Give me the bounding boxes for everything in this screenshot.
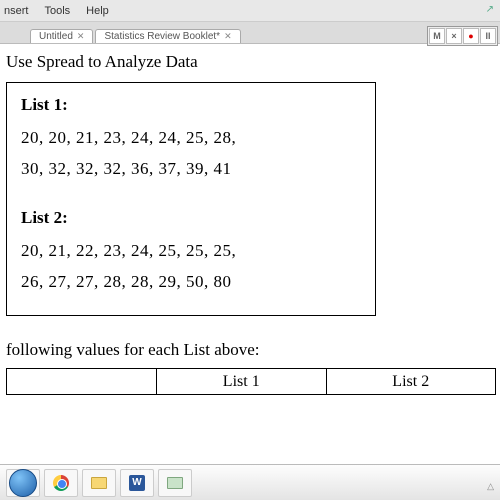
- data-box: List 1: 20, 20, 21, 23, 24, 24, 25, 28, …: [6, 82, 376, 316]
- prompt-text: following values for each List above:: [6, 340, 500, 360]
- start-button[interactable]: [6, 469, 40, 497]
- tab-untitled[interactable]: Untitled ✕: [30, 29, 93, 43]
- close-icon[interactable]: ✕: [224, 31, 232, 42]
- tab-statistics[interactable]: Statistics Review Booklet* ✕: [95, 29, 240, 43]
- app-button[interactable]: [158, 469, 192, 497]
- chrome-icon: [53, 475, 69, 491]
- list1-row1: 20, 20, 21, 23, 24, 24, 25, 28,: [21, 123, 361, 154]
- list2-label: List 2:: [21, 208, 361, 228]
- table-row: List 1 List 2: [7, 369, 496, 395]
- page-title: Use Spread to Analyze Data: [6, 52, 500, 72]
- list2-values: 20, 21, 22, 23, 24, 25, 25, 25, 26, 27, …: [21, 236, 361, 297]
- col-list1: List 1: [157, 369, 327, 395]
- list2-row1: 20, 21, 22, 23, 24, 25, 25, 25,: [21, 236, 361, 267]
- answer-table: List 1 List 2: [6, 368, 496, 395]
- word-icon: W: [129, 475, 145, 491]
- close-button[interactable]: ×: [446, 28, 462, 44]
- close-icon[interactable]: ✕: [77, 31, 85, 42]
- tab-bar: ↗ Untitled ✕ Statistics Review Booklet* …: [0, 22, 500, 44]
- folder-icon: [167, 477, 183, 489]
- list1-row2: 30, 32, 32, 32, 36, 37, 39, 41: [21, 154, 361, 185]
- taskbar: W △: [0, 464, 500, 500]
- chrome-button[interactable]: [44, 469, 78, 497]
- folder-icon: [91, 477, 107, 489]
- system-tray[interactable]: △: [487, 481, 494, 492]
- list1-label: List 1:: [21, 95, 361, 115]
- explorer-button[interactable]: [82, 469, 116, 497]
- list1-values: 20, 20, 21, 23, 24, 24, 25, 28, 30, 32, …: [21, 123, 361, 184]
- word-button[interactable]: W: [120, 469, 154, 497]
- document-area: Use Spread to Analyze Data List 1: 20, 2…: [0, 44, 500, 464]
- menu-tools[interactable]: Tools: [44, 5, 70, 17]
- menu-insert[interactable]: nsert: [4, 5, 28, 17]
- col-list2: List 2: [326, 369, 496, 395]
- row-label-cell: [7, 369, 157, 395]
- mark-button[interactable]: M: [429, 28, 445, 44]
- menu-bar: nsert Tools Help: [0, 0, 500, 22]
- menu-help[interactable]: Help: [86, 5, 109, 17]
- tab-label: Untitled: [39, 31, 73, 42]
- list2-row2: 26, 27, 27, 28, 28, 29, 50, 80: [21, 267, 361, 298]
- windows-orb-icon: [9, 469, 37, 497]
- expand-icon: ↗: [486, 4, 494, 15]
- tab-label: Statistics Review Booklet*: [104, 31, 220, 42]
- tray-icon: △: [487, 481, 494, 492]
- record-button[interactable]: ●: [463, 28, 479, 44]
- pause-button[interactable]: II: [480, 28, 496, 44]
- recorder-toolbar: M × ● II: [427, 26, 498, 46]
